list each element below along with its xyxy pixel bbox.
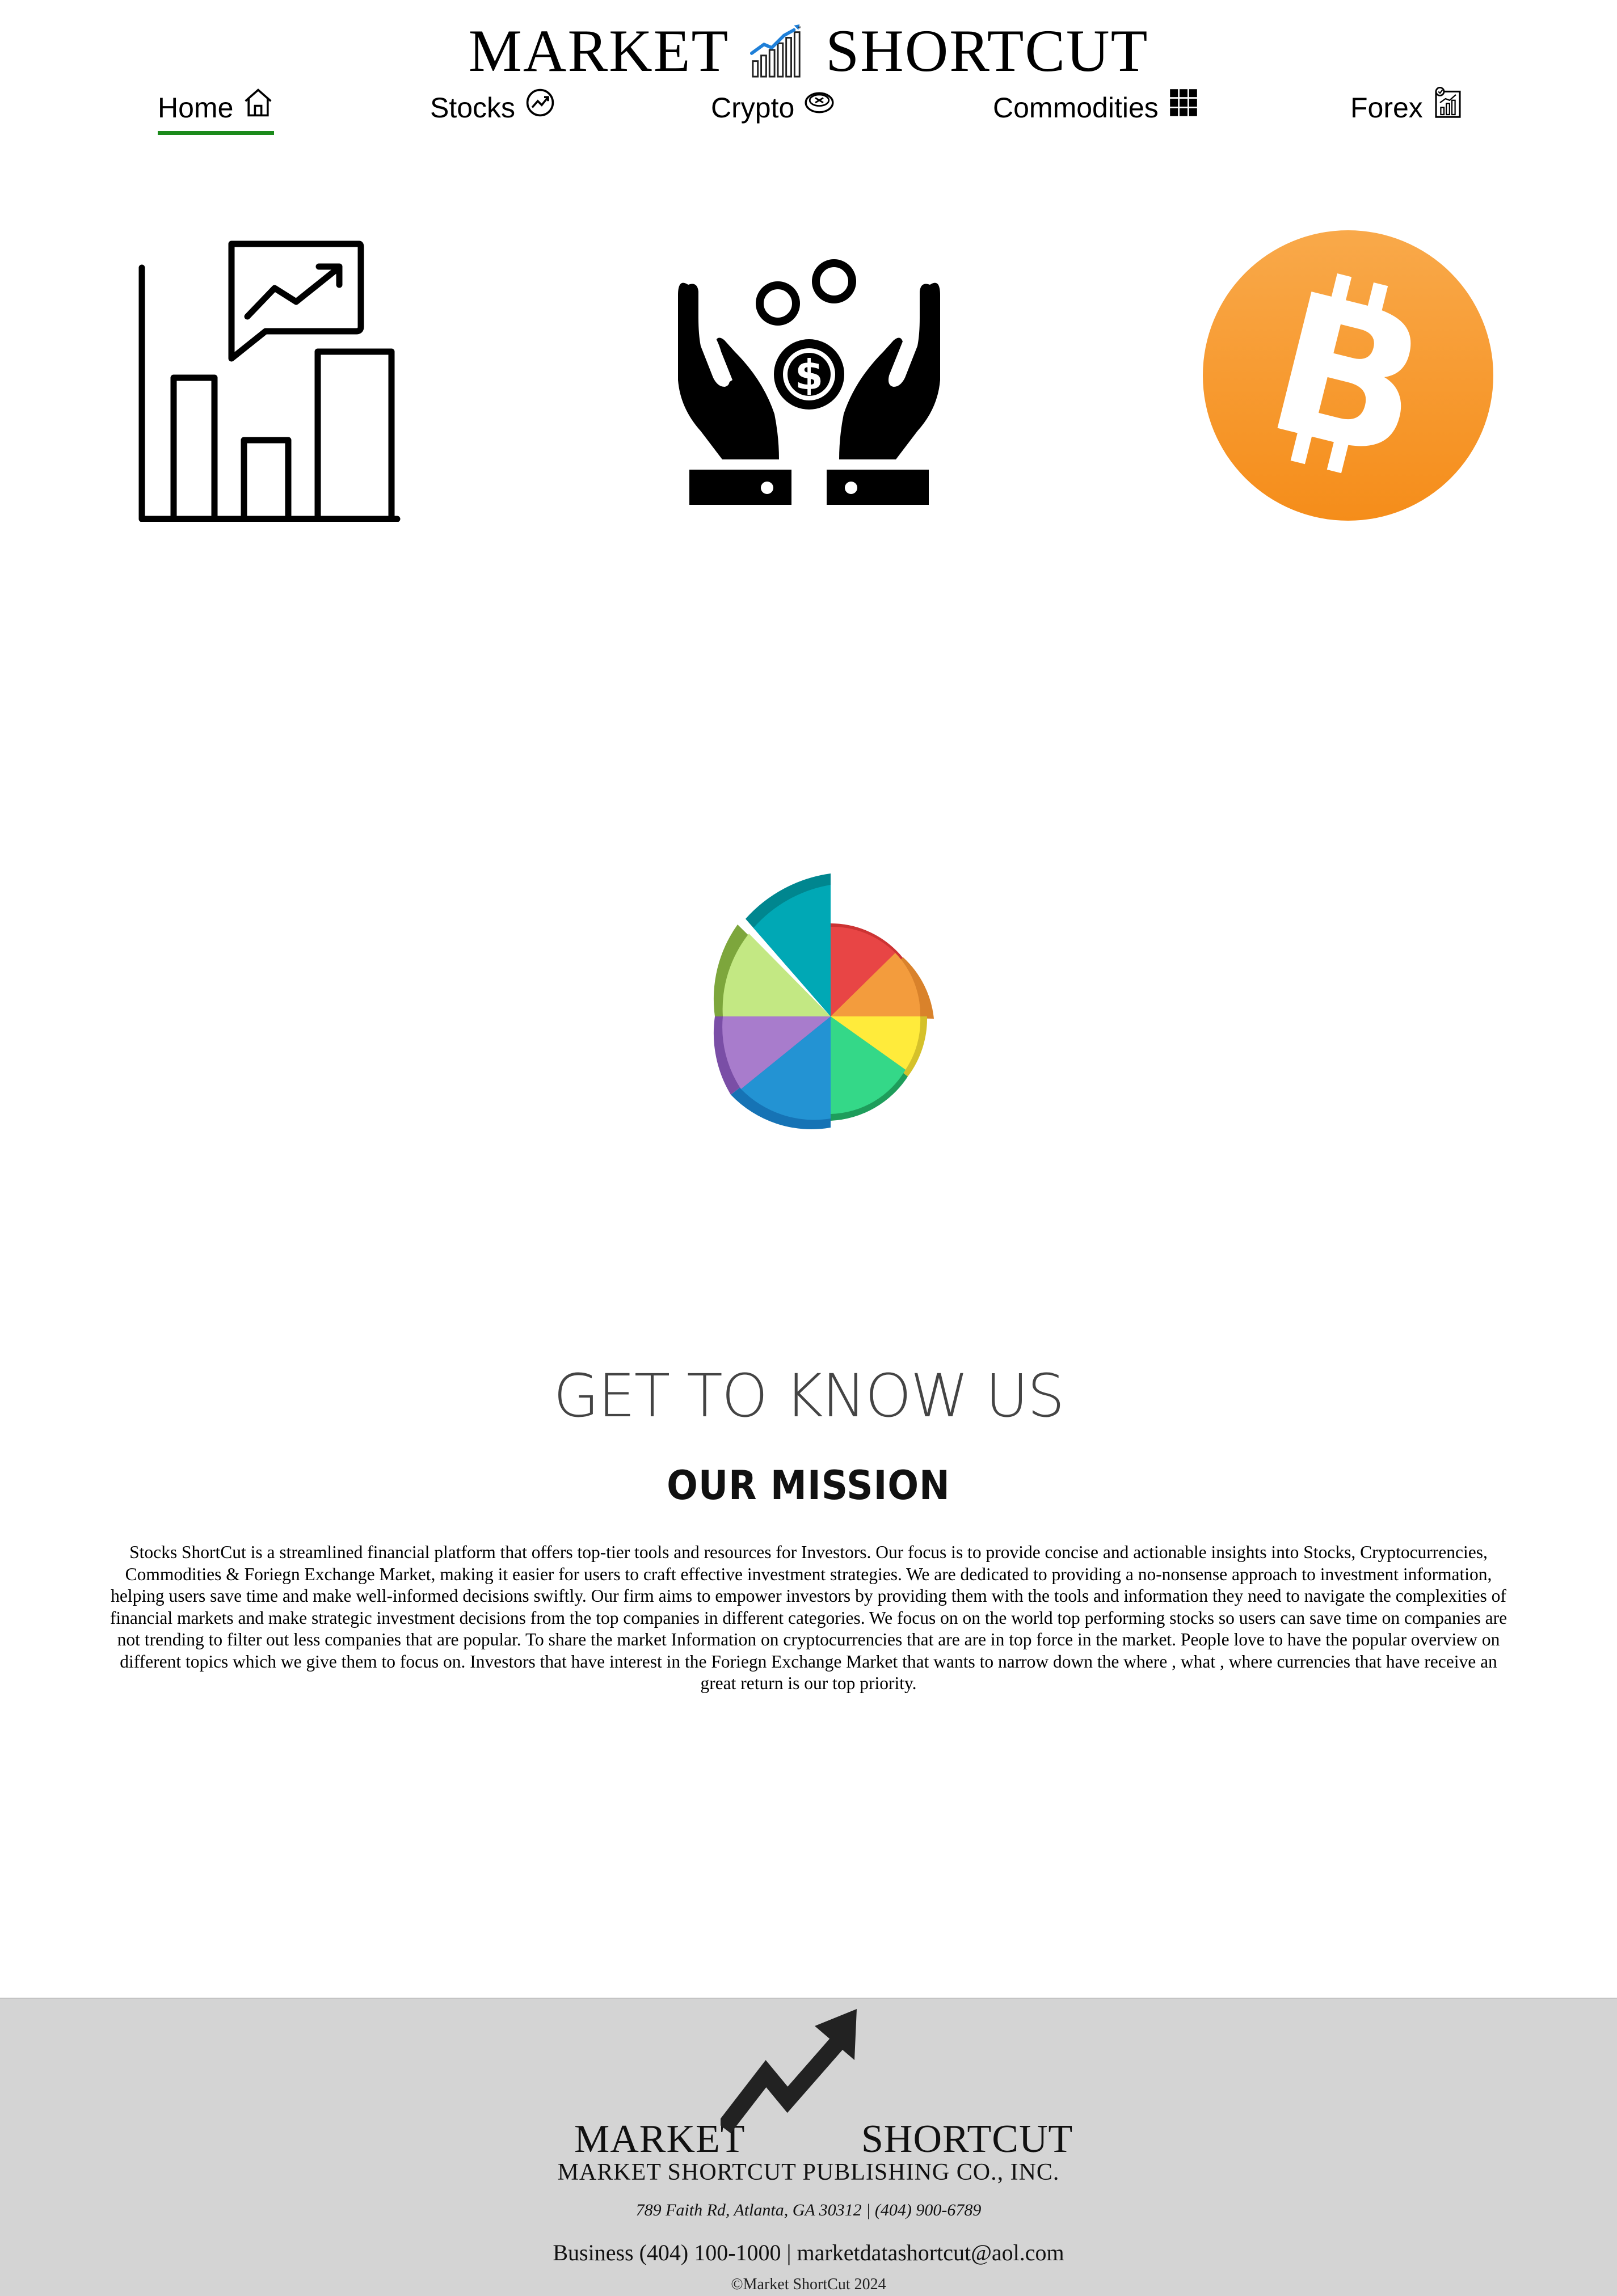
- footer-company: MARKET SHORTCUT PUBLISHING CO., INC.: [557, 2159, 1060, 2185]
- main-nav: Home Stocks Crypto Commodities Forex: [0, 85, 1617, 136]
- nav-item-commodities[interactable]: Commodities: [993, 85, 1199, 130]
- site-title[interactable]: MARKET * SHORTCUT: [0, 17, 1617, 85]
- svg-text:*: *: [797, 24, 802, 33]
- footer-logo-left: MARKET: [574, 2117, 746, 2161]
- nav-item-crypto[interactable]: Crypto: [711, 85, 835, 130]
- coin-icon: [805, 92, 834, 113]
- nav-item-home[interactable]: Home: [158, 85, 275, 135]
- footer-logo-right: SHORTCUT: [861, 2117, 1073, 2161]
- nav-item-label: Home: [158, 92, 234, 124]
- investment-hands-icon: $: [678, 259, 940, 505]
- footer-contact[interactable]: Business (404) 100-1000 | marketdatashor…: [0, 2239, 1617, 2266]
- home-icon: [245, 88, 272, 117]
- footer: MARKET SHORTCUT MARKET SHORTCUT PUBLISHI…: [0, 1998, 1617, 2296]
- colorful-pie-graphic: [713, 873, 934, 1129]
- chart-document-icon: [1435, 87, 1461, 118]
- svg-text:$: $: [795, 351, 823, 399]
- mission-heading: OUR MISSION: [667, 1462, 950, 1509]
- nav-item-label: Stocks: [430, 92, 516, 124]
- nav-item-forex[interactable]: Forex: [1350, 85, 1464, 130]
- nav-item-stocks[interactable]: Stocks: [430, 85, 556, 130]
- footer-logo[interactable]: MARKET SHORTCUT: [0, 2006, 1617, 2161]
- colorful-pie-icon: [669, 856, 953, 1151]
- grid-icon: [1169, 89, 1197, 116]
- site-title-right: SHORTCUT: [826, 18, 1149, 84]
- nav-item-label: Commodities: [993, 92, 1159, 124]
- trend-arrow-icon: [721, 2009, 857, 2134]
- footer-address: 789 Faith Rd, Atlanta, GA 30312 | (404) …: [635, 2201, 982, 2219]
- bitcoin-icon: B: [1203, 230, 1493, 521]
- bar-chart-growth-icon: *: [750, 24, 802, 78]
- nav-item-label: Crypto: [711, 92, 795, 124]
- hero-icons: $ B: [0, 227, 1617, 533]
- mission-text: Stocks ShortCut is a streamlined financi…: [110, 1542, 1507, 1693]
- analytics-chart-icon: [138, 240, 401, 522]
- nav-item-label: Forex: [1350, 92, 1423, 124]
- about-heading: GET TO KNOW US: [553, 1361, 1064, 1430]
- site-title-left: MARKET: [468, 18, 730, 84]
- footer-copyright: ©Market ShortCut 2024: [731, 2276, 886, 2293]
- trend-circle-icon: [526, 88, 554, 117]
